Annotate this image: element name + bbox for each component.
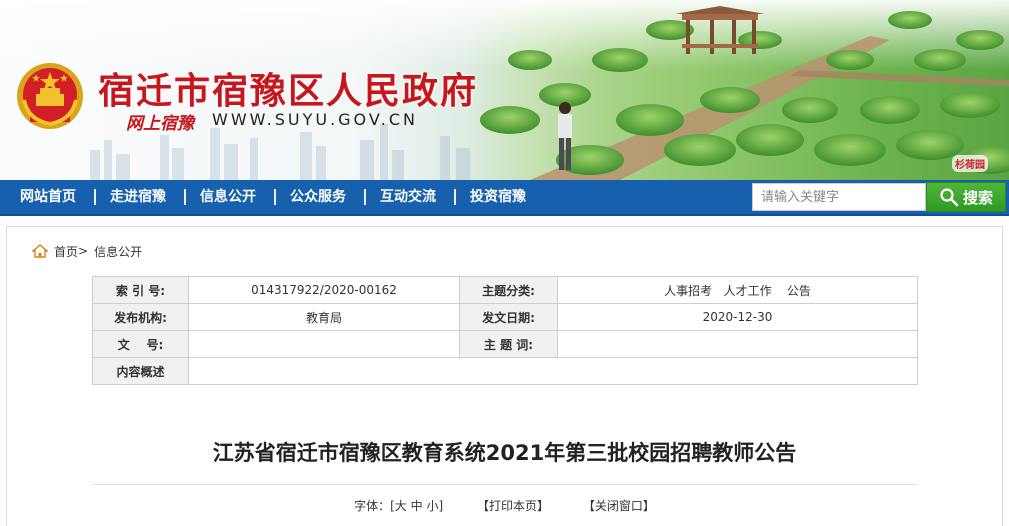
- font-size-small-button[interactable]: 小: [426, 499, 438, 513]
- nav-item-info-disclosure[interactable]: 信息公开: [200, 180, 256, 214]
- article-title: 江苏省宿迁市宿豫区教育系统2021年第三批校园招聘教师公告: [212, 441, 797, 465]
- search-button-label: 搜索: [962, 188, 993, 207]
- nav-separator: [454, 189, 456, 205]
- keywords-label: 主 题 词:: [459, 330, 558, 358]
- table-row: 索 引 号: 014317922/2020-00162 主题分类: 人事招考 人…: [92, 276, 918, 304]
- scenery-brand-tag: 杉荷园: [952, 155, 988, 172]
- font-size-bracket: ]: [438, 499, 444, 513]
- table-row: 内容概述: [92, 357, 918, 385]
- nav-item-interaction[interactable]: 互动交流: [380, 180, 436, 214]
- breadcrumb-current-link[interactable]: 信息公开: [94, 243, 142, 260]
- publisher-value: 教育局: [188, 303, 460, 331]
- summary-value: [188, 357, 918, 385]
- print-page-button[interactable]: 【打印本页】: [477, 499, 549, 513]
- table-row: 发布机构: 教育局 发文日期: 2020-12-30: [92, 303, 918, 331]
- font-size-medium-button[interactable]: 中: [411, 499, 423, 513]
- nav-separator: [274, 189, 276, 205]
- issue-date-value: 2020-12-30: [557, 303, 918, 331]
- nav-item-home[interactable]: 网站首页: [20, 180, 76, 214]
- index-number-value: 014317922/2020-00162: [188, 276, 460, 304]
- nav-item-investment[interactable]: 投资宿豫: [470, 180, 526, 214]
- document-number-value: [188, 330, 460, 358]
- slogan-calligraphy: 网上宿豫: [126, 114, 194, 134]
- article-tools: 字体：[大 中 小] 【打印本页】 【关闭窗口】: [0, 497, 1009, 514]
- site-url: WWW.SUYU.GOV.CN: [212, 110, 418, 129]
- keywords-value: [557, 330, 918, 358]
- close-window-button[interactable]: 【关闭窗口】: [583, 499, 655, 513]
- topic-category-label: 主题分类:: [459, 276, 558, 304]
- nav-item-about[interactable]: 走进宿豫: [110, 180, 166, 214]
- index-number-label: 索 引 号:: [92, 276, 189, 304]
- font-size-large-button[interactable]: 大: [395, 499, 407, 513]
- nav-separator: [364, 189, 366, 205]
- search-input[interactable]: [752, 183, 926, 211]
- breadcrumb-home-link[interactable]: 首页: [54, 243, 78, 260]
- search-button[interactable]: 搜索: [926, 182, 1006, 212]
- title-divider: [92, 484, 917, 485]
- site-banner: 宿迁市宿豫区人民政府 网上宿豫 WWW.SUYU.GOV.CN 杉荷园: [0, 0, 1009, 180]
- nav-separator: [184, 189, 186, 205]
- nav-item-public-service[interactable]: 公众服务: [290, 180, 346, 214]
- breadcrumb-separator: >: [78, 244, 89, 258]
- document-number-label: 文 号:: [92, 330, 189, 358]
- font-size-label: 字体：[: [354, 499, 395, 513]
- site-title: 宿迁市宿豫区人民政府: [98, 71, 479, 112]
- nav-separator: [94, 189, 96, 205]
- breadcrumb: 首页 > 信息公开: [32, 243, 142, 259]
- lotus-pond-scenery: [480, 6, 1009, 180]
- document-meta-table: 索 引 号: 014317922/2020-00162 主题分类: 人事招考 人…: [92, 276, 918, 385]
- search-icon: [940, 188, 959, 207]
- topic-category-value: 人事招考 人才工作 公告: [557, 276, 918, 304]
- national-emblem-icon: [17, 63, 83, 129]
- table-row: 文 号: 主 题 词:: [92, 330, 918, 358]
- publisher-label: 发布机构:: [92, 303, 189, 331]
- summary-label: 内容概述: [92, 357, 189, 385]
- home-icon: [32, 244, 48, 258]
- issue-date-label: 发文日期:: [459, 303, 558, 331]
